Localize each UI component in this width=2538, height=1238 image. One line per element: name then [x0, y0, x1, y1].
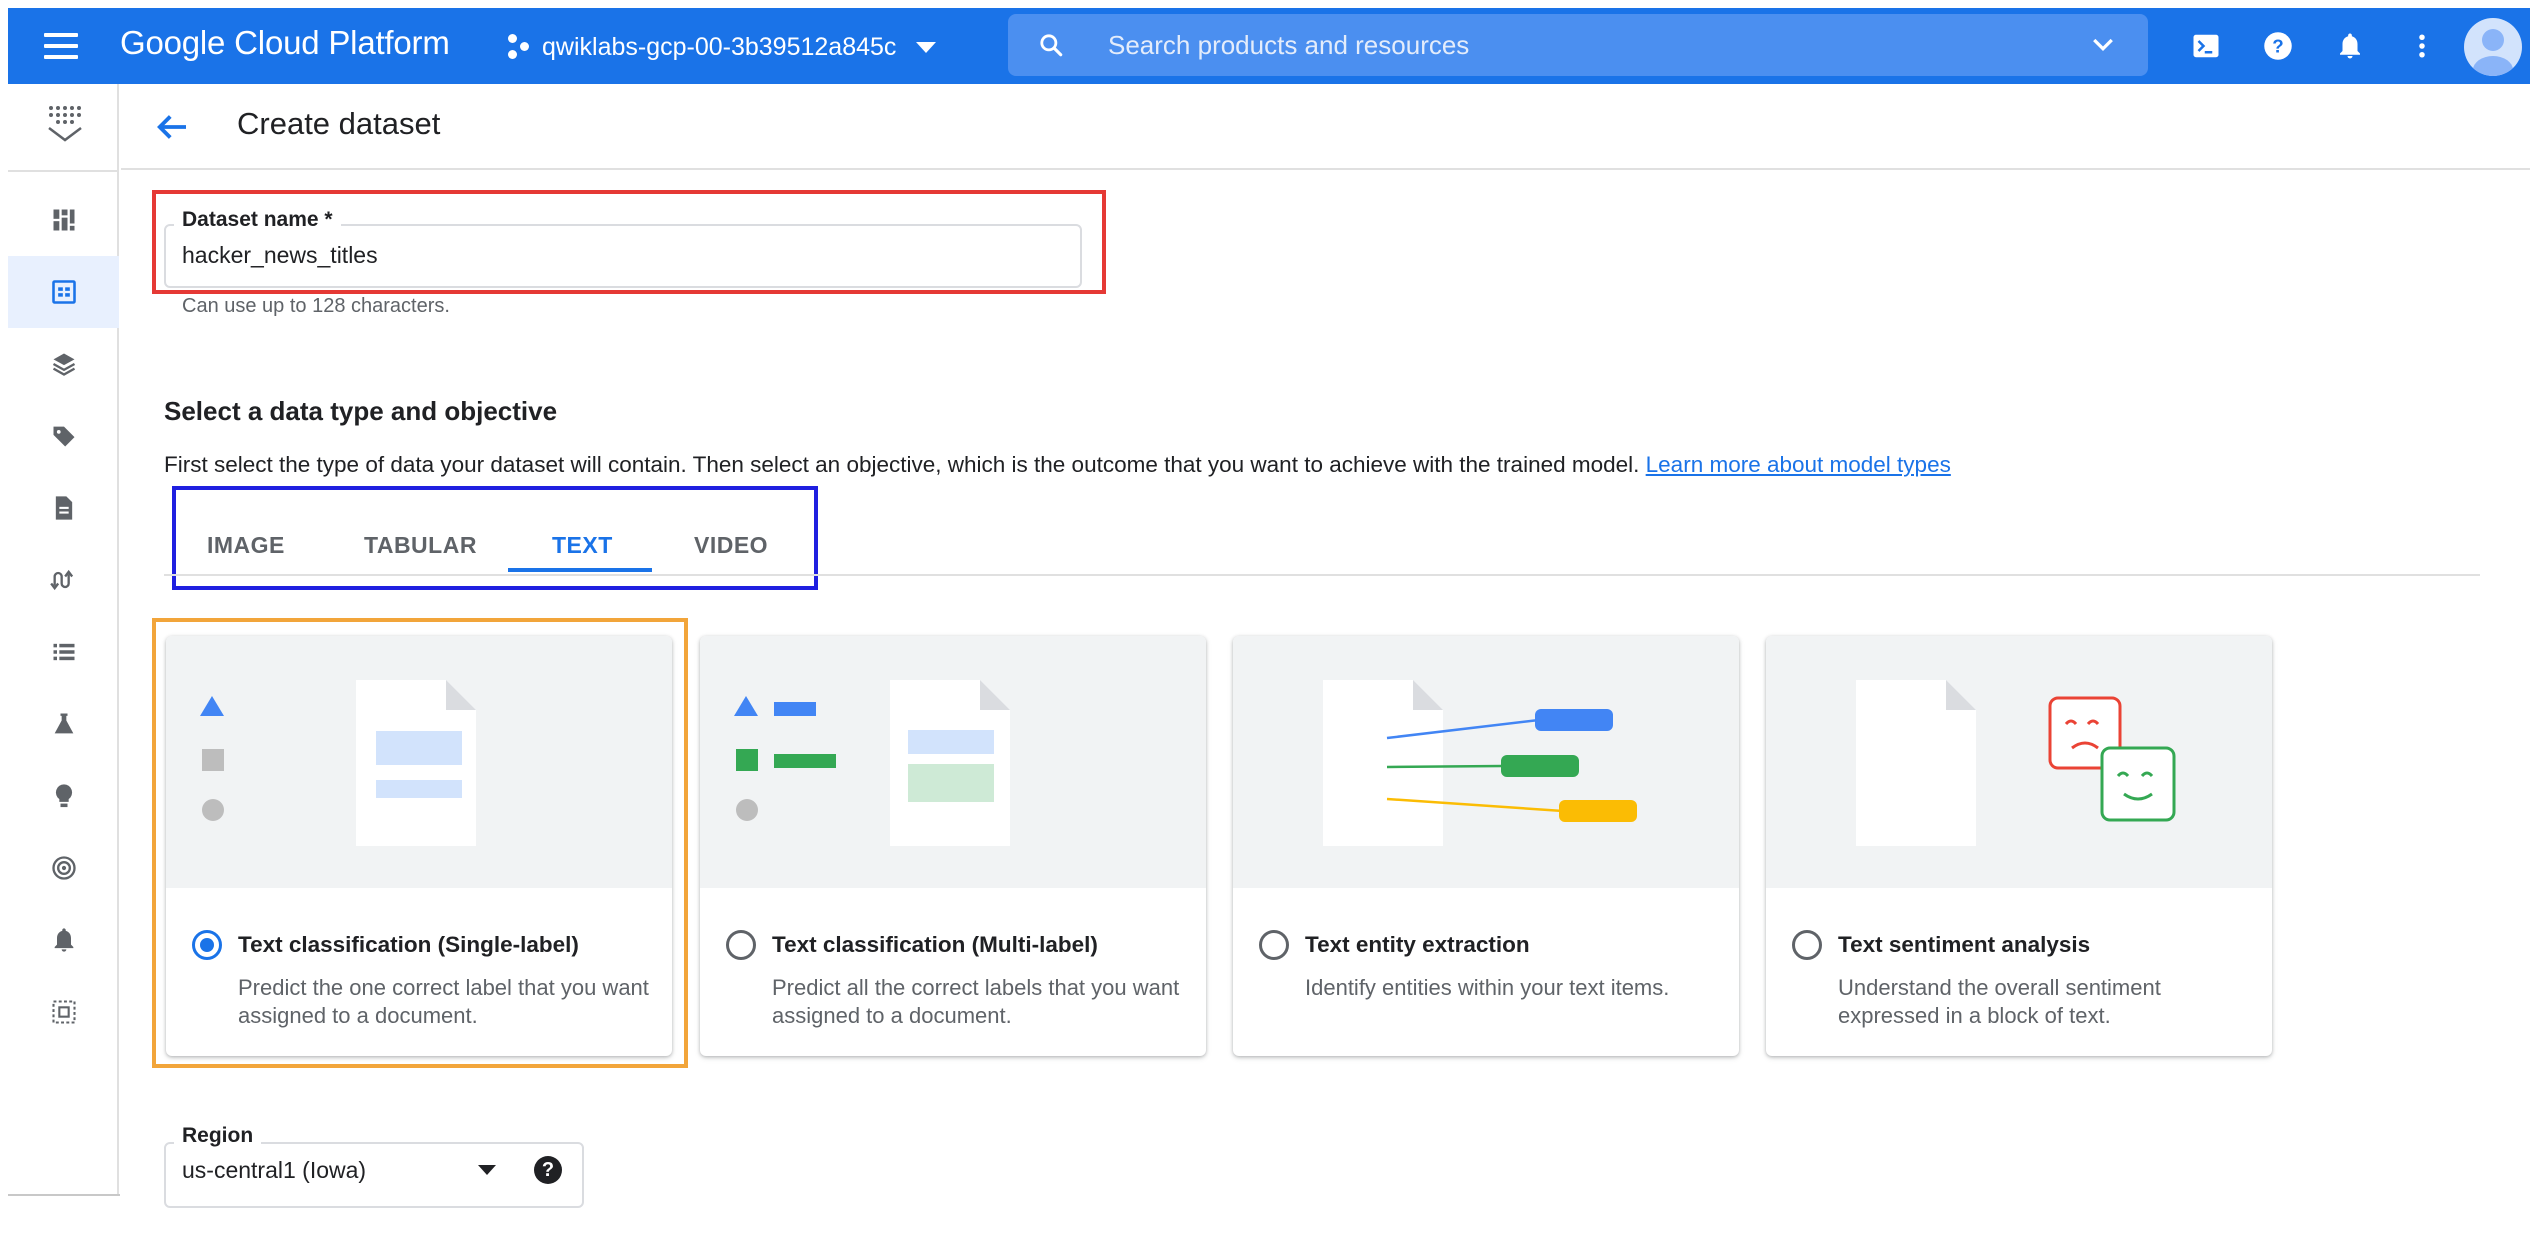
experiments-icon[interactable] — [8, 688, 119, 760]
chevron-down-icon[interactable] — [2088, 30, 2118, 60]
card-title: Text entity extraction — [1305, 932, 1530, 957]
entity-extraction-illustration — [1233, 636, 1739, 888]
region-value[interactable]: us-central1 (Iowa) — [182, 1157, 366, 1184]
training-icon[interactable] — [8, 616, 119, 688]
dataset-name-hint: Can use up to 128 characters. — [182, 295, 450, 317]
pipelines-icon[interactable] — [8, 544, 119, 616]
feature-store-icon[interactable] — [8, 328, 119, 400]
back-arrow-icon[interactable] — [151, 106, 193, 148]
active-tab-indicator — [508, 568, 652, 572]
help-icon[interactable]: ? — [2260, 28, 2296, 64]
left-nav-rail — [8, 84, 119, 1194]
card-text-classification-multi[interactable]: Text classification (Multi-label) Predic… — [700, 636, 1206, 1056]
dataset-name-input[interactable]: hacker_news_titles — [182, 242, 378, 269]
card-description: Predict the one correct label that you w… — [238, 975, 649, 1028]
region-label: Region — [174, 1124, 262, 1148]
caret-down-icon — [916, 41, 937, 53]
brand-title[interactable]: Google Cloud Platform — [120, 24, 450, 62]
vertex-ai-logo-icon[interactable] — [44, 100, 86, 146]
rail-bottom-border — [8, 1194, 120, 1196]
tab-text[interactable]: TEXT — [552, 532, 613, 559]
card-text-entity-extraction[interactable]: Text entity extraction Identify entities… — [1233, 636, 1739, 1056]
rail-divider — [8, 170, 119, 172]
card-title: Text sentiment analysis — [1838, 932, 2091, 957]
section-description-text: First select the type of data your datas… — [164, 452, 1640, 477]
search-bar[interactable]: Search products and resources — [1008, 14, 2148, 76]
notifications-icon[interactable] — [2332, 28, 2368, 64]
endpoints-icon[interactable] — [8, 832, 119, 904]
project-name: qwiklabs-gcp-00-3b39512a845c — [542, 32, 897, 61]
top-app-bar: Google Cloud Platform qwiklabs-gcp-00-3b… — [8, 8, 2530, 84]
svg-text:?: ? — [2272, 35, 2283, 56]
radio-unselected[interactable] — [726, 930, 756, 960]
models-icon[interactable] — [8, 760, 119, 832]
tab-image[interactable]: IMAGE — [207, 532, 285, 559]
sentiment-analysis-illustration — [1766, 636, 2272, 888]
page-title: Create dataset — [237, 106, 441, 141]
card-description: Understand the overall sentiment express… — [1838, 975, 2161, 1028]
project-dots-icon — [508, 34, 532, 60]
labeling-tasks-icon[interactable] — [8, 400, 119, 472]
learn-more-link[interactable]: Learn more about model types — [1646, 452, 1951, 477]
section-title: Select a data type and objective — [164, 396, 558, 426]
dataset-name-label: Dataset name * — [174, 208, 341, 232]
region-help-icon[interactable]: ? — [534, 1156, 562, 1184]
single-label-illustration — [166, 636, 672, 888]
page-header: Create dataset — [121, 84, 2530, 170]
card-text-classification-single[interactable]: Text classification (Single-label) Predi… — [166, 636, 672, 1056]
radio-unselected[interactable] — [1792, 930, 1822, 960]
card-description: Predict all the correct labels that you … — [772, 975, 1180, 1028]
project-selector[interactable]: qwiklabs-gcp-00-3b39512a845c — [508, 28, 937, 66]
tab-tabular[interactable]: TABULAR — [364, 532, 477, 559]
radio-unselected[interactable] — [1259, 930, 1289, 960]
search-placeholder: Search products and resources — [1108, 30, 1470, 60]
tab-video[interactable]: VIDEO — [694, 532, 768, 559]
dropdown-caret-icon[interactable] — [478, 1165, 496, 1175]
more-vert-icon[interactable] — [2404, 28, 2440, 64]
tabs-divider — [164, 574, 2480, 576]
radio-selected[interactable] — [192, 930, 222, 960]
monitoring-icon[interactable] — [8, 904, 119, 976]
card-title: Text classification (Single-label) — [238, 932, 579, 957]
section-description: First select the type of data your datas… — [164, 452, 1951, 478]
card-title: Text classification (Multi-label) — [772, 932, 1098, 957]
account-icon[interactable] — [2464, 18, 2522, 76]
notebooks-icon[interactable] — [8, 472, 119, 544]
menu-icon[interactable] — [44, 26, 84, 66]
batch-predictions-icon[interactable] — [8, 976, 119, 1048]
cloud-shell-icon[interactable] — [2188, 28, 2224, 64]
card-description: Identify entities within your text items… — [1305, 975, 1670, 1000]
dashboard-icon[interactable] — [8, 184, 119, 256]
multi-label-illustration — [700, 636, 1206, 888]
search-icon — [1040, 34, 1063, 57]
card-text-sentiment-analysis[interactable]: Text sentiment analysis Understand the o… — [1766, 636, 2272, 1056]
datasets-icon[interactable] — [8, 256, 119, 328]
